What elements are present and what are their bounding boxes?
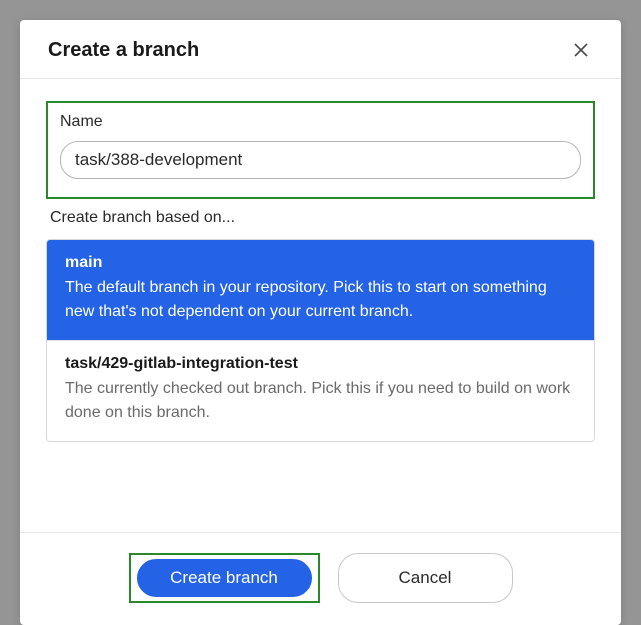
create-branch-dialog: Create a branch Name Create branch based… xyxy=(20,20,621,625)
branch-option-main[interactable]: main The default branch in your reposito… xyxy=(47,240,594,340)
cancel-button[interactable]: Cancel xyxy=(338,553,513,603)
branch-description: The default branch in your repository. P… xyxy=(65,276,576,324)
close-button[interactable] xyxy=(569,38,593,62)
dialog-header: Create a branch xyxy=(20,20,621,79)
create-branch-button[interactable]: Create branch xyxy=(137,559,312,597)
branch-list: main The default branch in your reposito… xyxy=(46,239,595,442)
branch-name: task/429-gitlab-integration-test xyxy=(65,355,576,373)
dialog-body: Name Create branch based on... main The … xyxy=(20,79,621,532)
name-label: Name xyxy=(60,113,581,131)
based-on-label: Create branch based on... xyxy=(50,209,591,227)
branch-name-input[interactable] xyxy=(60,141,581,179)
branch-option-current[interactable]: task/429-gitlab-integration-test The cur… xyxy=(47,340,594,441)
dialog-footer: Create branch Cancel xyxy=(20,532,621,625)
name-section: Name xyxy=(46,101,595,199)
primary-button-highlight: Create branch xyxy=(129,553,320,603)
dialog-title: Create a branch xyxy=(48,39,199,62)
branch-description: The currently checked out branch. Pick t… xyxy=(65,377,576,425)
branch-name: main xyxy=(65,254,576,272)
close-icon xyxy=(573,42,589,58)
